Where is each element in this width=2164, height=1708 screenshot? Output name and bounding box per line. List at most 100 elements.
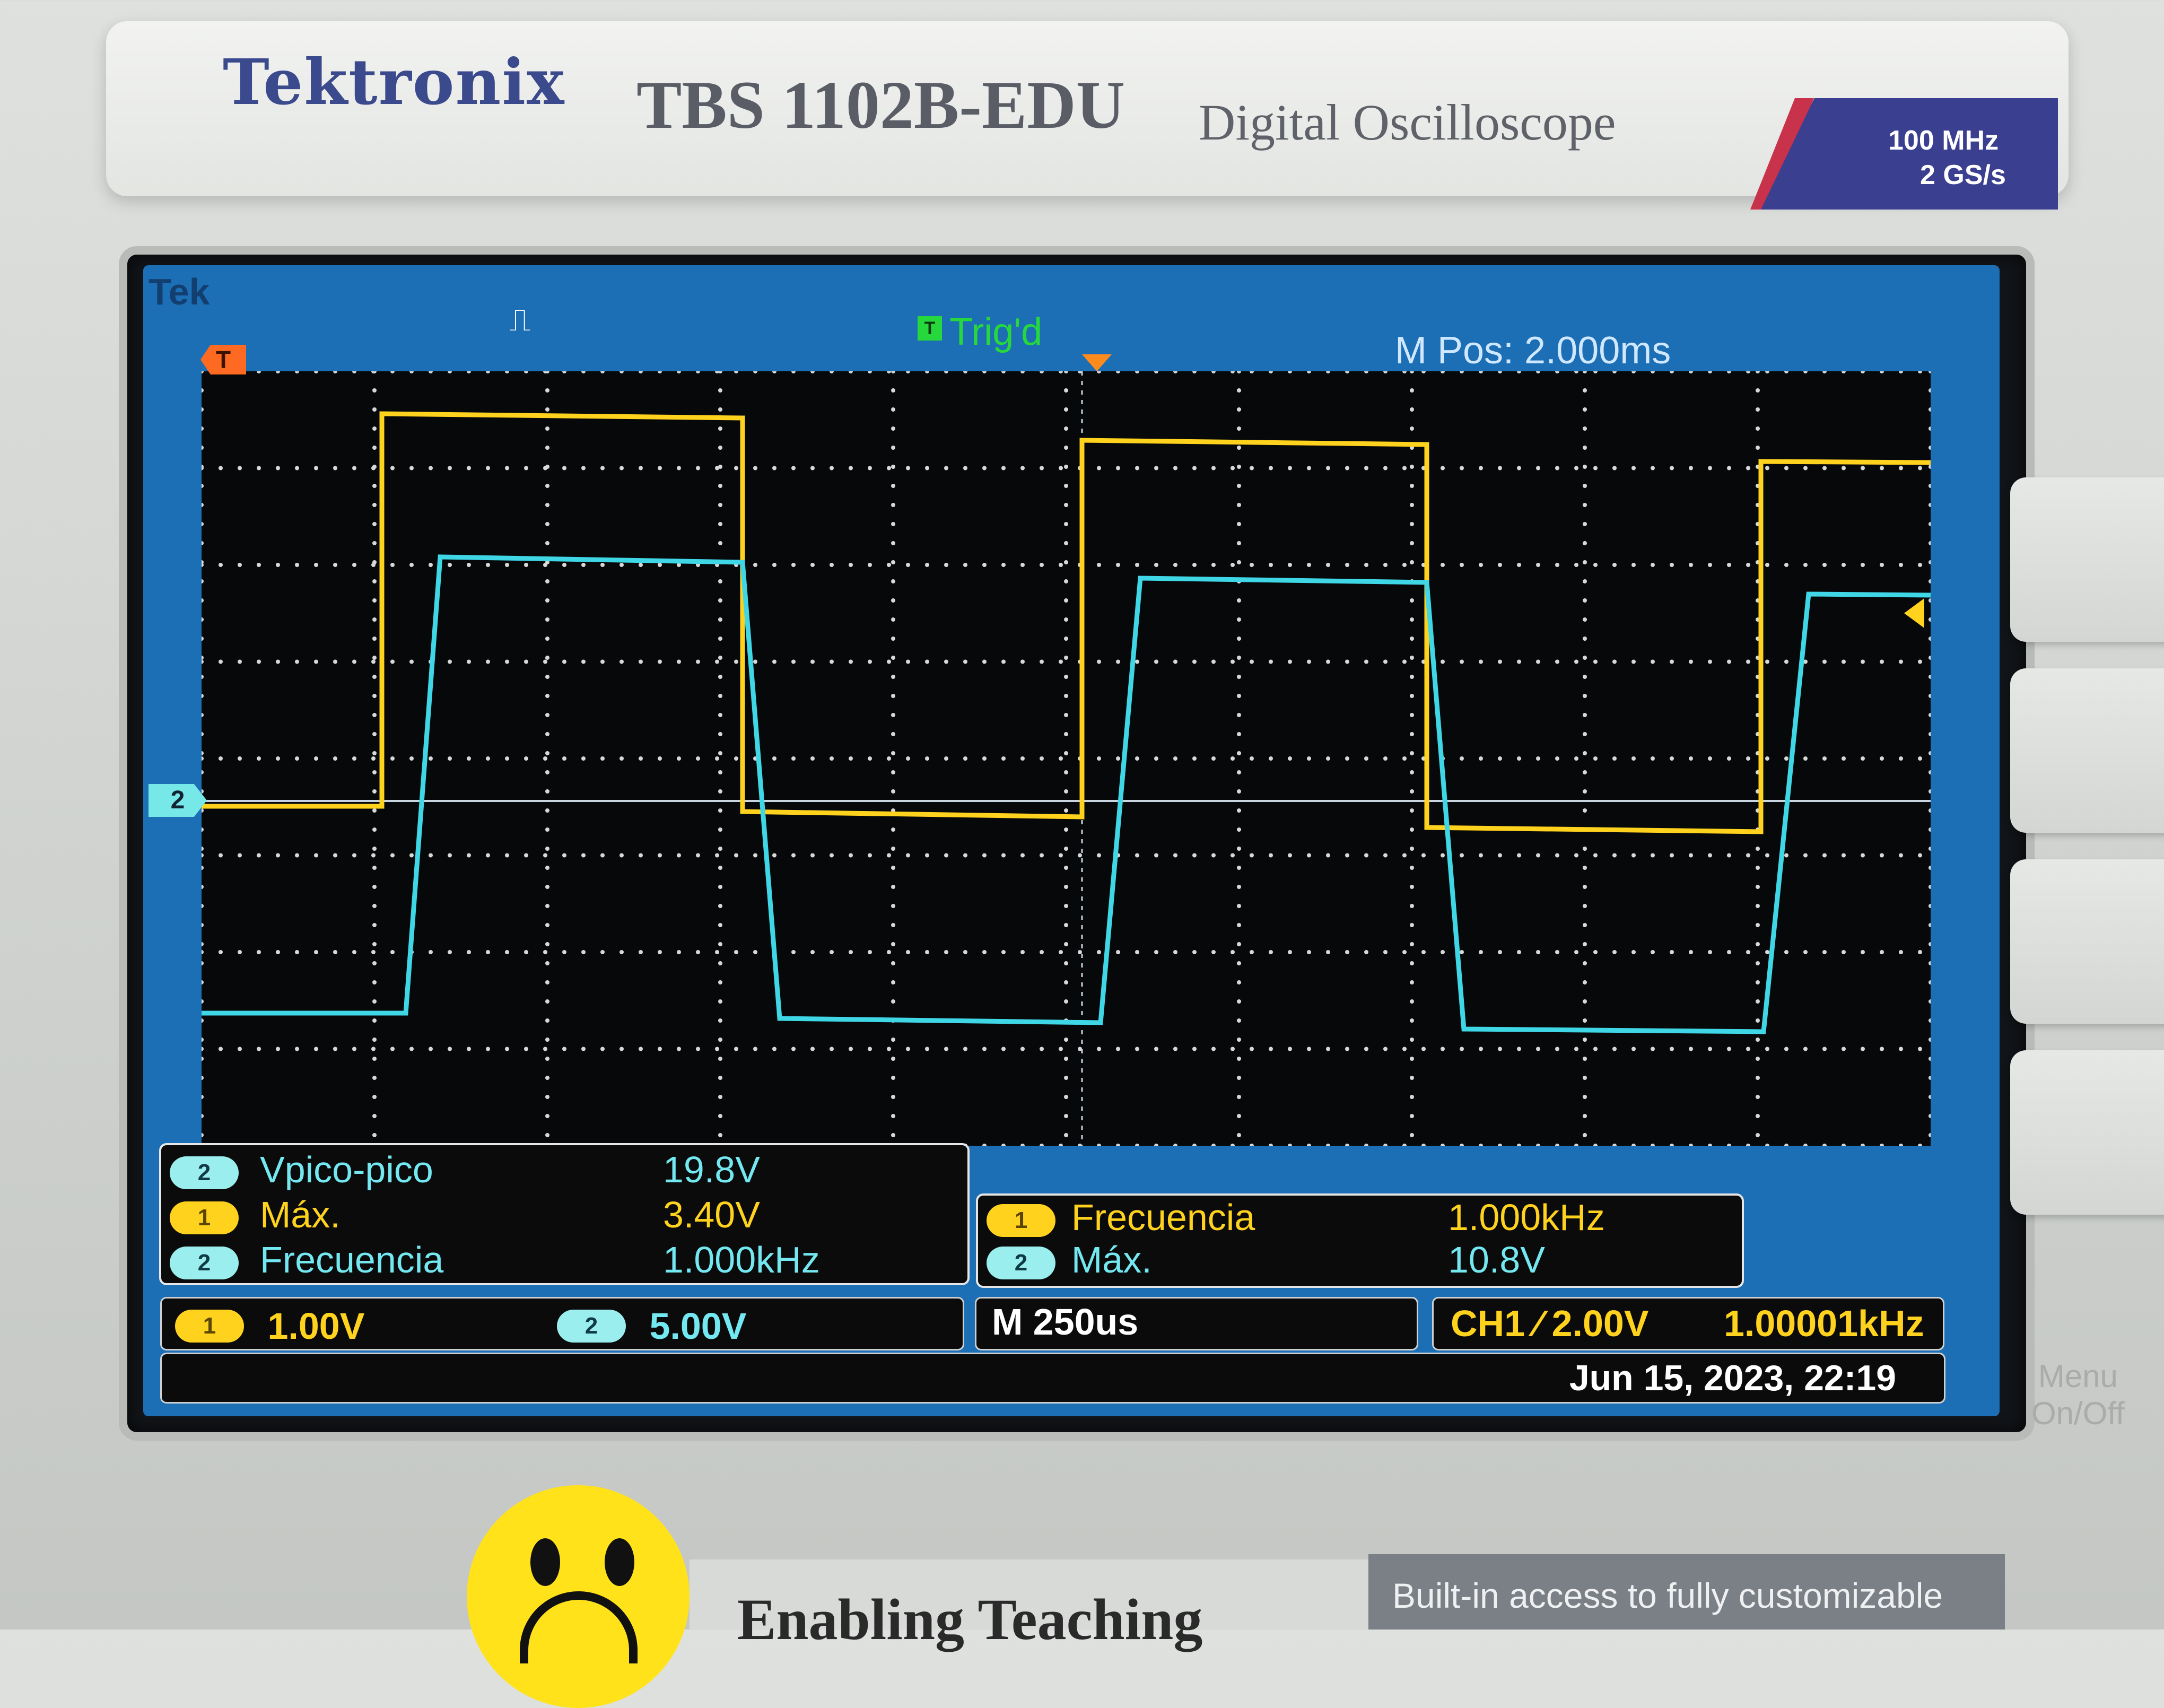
graticule-dot xyxy=(1269,1144,1273,1146)
graticule-dot xyxy=(1410,770,1414,774)
graticule-dot xyxy=(1479,950,1483,954)
graticule-dot xyxy=(545,388,549,393)
graticule-dot xyxy=(1237,694,1241,698)
graticule-dot xyxy=(1326,466,1330,470)
graticule-dot xyxy=(1583,789,1587,794)
channel-2-pill: 2 xyxy=(557,1310,626,1343)
graticule-dot xyxy=(1880,371,1884,373)
graticule-dot xyxy=(1064,1076,1068,1080)
graticule-dot xyxy=(1670,371,1674,373)
trigger-setting: CH1 ⁄ 2.00V xyxy=(1451,1303,1649,1344)
measurement-value: 19.8V xyxy=(663,1149,760,1190)
graticule-dot xyxy=(891,560,895,564)
front-panel-slogan: Enabling Teaching xyxy=(737,1587,1203,1652)
graticule-dot xyxy=(1498,853,1502,858)
graticule-dot xyxy=(944,563,948,567)
graticule-dot xyxy=(718,637,722,641)
graticule-dot xyxy=(1154,950,1158,954)
measurement-row: 2 Máx. 10.8V xyxy=(987,1239,1729,1281)
side-menu-button-4[interactable] xyxy=(2010,1050,2164,1215)
graticule-dot xyxy=(1929,885,1931,889)
graticule-dot xyxy=(1517,659,1521,664)
graticule-dot xyxy=(1421,853,1426,858)
graticule-dot xyxy=(1441,659,1445,664)
graticule-dot xyxy=(1410,732,1414,736)
graticule-dot xyxy=(1097,1047,1101,1051)
graticule-dot xyxy=(1631,1144,1636,1146)
graticule-dot xyxy=(1345,1047,1349,1051)
graticule-dot xyxy=(1441,853,1445,858)
graticule-dot xyxy=(238,1047,242,1051)
graticule-dot xyxy=(1064,942,1068,946)
graticule-dot xyxy=(887,950,891,954)
graticule-dot xyxy=(1583,426,1587,431)
graticule-dot xyxy=(1192,1047,1197,1051)
graticule-dot xyxy=(1727,853,1731,858)
graticule-dot xyxy=(1583,1114,1587,1118)
graticule-dot xyxy=(849,371,853,373)
graticule-dot xyxy=(982,563,987,567)
graticule-dot xyxy=(202,1133,204,1137)
graticule-dot xyxy=(1345,371,1349,373)
graticule-dot xyxy=(925,371,929,373)
graticule-dot xyxy=(891,446,895,450)
graticule-dot xyxy=(1536,853,1540,858)
graticule-dot xyxy=(372,961,377,965)
graticule-dot xyxy=(314,1047,318,1051)
graticule-dot xyxy=(982,756,987,761)
graticule-dot xyxy=(1583,694,1587,698)
graticule-dot xyxy=(1842,371,1846,373)
graticule-dot xyxy=(1410,789,1414,794)
graticule-dot xyxy=(1929,465,1931,469)
ch1-scale: 1 1.00V xyxy=(175,1305,364,1347)
graticule-dot xyxy=(1116,1047,1120,1051)
graticule-dot xyxy=(1574,950,1578,954)
graticule-dot xyxy=(1583,1133,1587,1137)
graticule-dot xyxy=(1064,1095,1068,1099)
graticule-dot xyxy=(1756,847,1760,851)
graticule-dot xyxy=(1288,756,1292,761)
graticule-dot xyxy=(545,579,549,583)
graticule-dot xyxy=(1231,853,1235,858)
graticule-dot xyxy=(830,756,834,761)
menu-onoff-button[interactable]: Menu On/Off xyxy=(2031,1358,2125,1432)
graticule-dot xyxy=(1237,407,1241,412)
graticule-dot xyxy=(543,853,547,858)
graticule-dot xyxy=(734,1047,738,1051)
graticule-dot xyxy=(448,950,452,954)
graticule-dot xyxy=(1059,853,1063,858)
graticule-dot xyxy=(891,827,895,832)
graticule-dot xyxy=(352,659,356,664)
graticule-dot xyxy=(963,1047,967,1051)
graticule-dot xyxy=(1020,853,1025,858)
side-menu-button-3[interactable] xyxy=(2010,859,2164,1024)
graticule-dot xyxy=(1269,853,1273,858)
graticule-dot xyxy=(1593,563,1598,567)
measurement-value: 3.40V xyxy=(663,1194,760,1235)
graticule-dot xyxy=(1756,923,1760,927)
graticule-dot xyxy=(1784,1047,1788,1051)
channel-1-pill: 1 xyxy=(170,1201,239,1234)
graticule-dot xyxy=(1756,1076,1760,1080)
graticule-dot xyxy=(1237,789,1241,794)
graticule-dot xyxy=(891,866,895,870)
graticule-dot xyxy=(1040,563,1044,567)
graticule-dot xyxy=(1842,466,1846,470)
graticule-dot xyxy=(1173,1047,1177,1051)
graticule-dot xyxy=(1064,656,1068,660)
side-menu-button-2[interactable] xyxy=(2010,668,2164,833)
side-menu-button-1[interactable] xyxy=(2010,477,2164,642)
graticule-dot xyxy=(1612,1047,1617,1051)
graticule-dot xyxy=(1670,466,1674,470)
graticule-dot xyxy=(891,999,895,1004)
graticule-dot xyxy=(1880,466,1884,470)
graticule-dot xyxy=(1479,563,1483,567)
graticule-dot xyxy=(1899,1144,1903,1146)
datetime-bar: Jun 15, 2023, 22:19 xyxy=(160,1353,1945,1404)
graticule-dot xyxy=(1756,942,1760,946)
graticule-dot xyxy=(1410,808,1414,813)
graticule-dot xyxy=(562,853,566,858)
graticule-dot xyxy=(1498,466,1502,470)
graticule-dot xyxy=(1574,659,1578,664)
graticule-dot xyxy=(1803,756,1808,761)
